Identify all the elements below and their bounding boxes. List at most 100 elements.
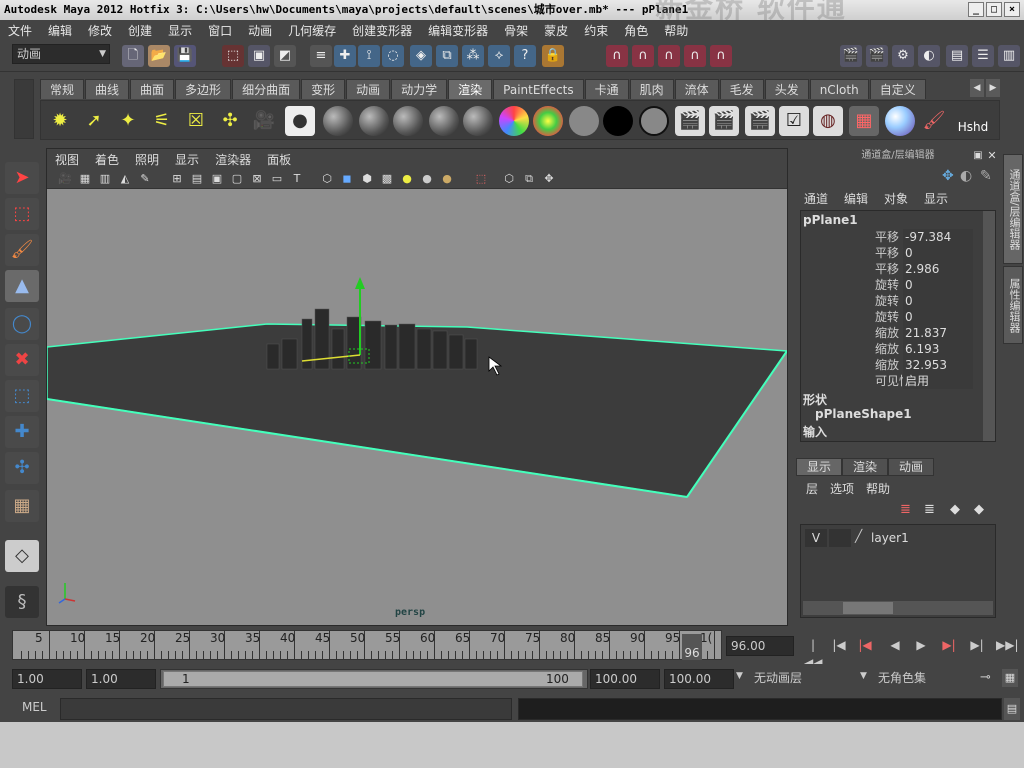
side-tab-channel-box[interactable]: 通道盒/层编辑器 [1003,154,1023,264]
ambient-light-icon[interactable]: ✹ [45,106,75,136]
lasso-tool-icon[interactable]: ⬚ [5,198,39,230]
current-frame-marker[interactable]: 96 [682,634,702,660]
channel-box-icon[interactable]: ▥ [998,45,1020,67]
phong-e-sphere-icon[interactable] [393,106,423,136]
vp-menu-shading[interactable]: 着色 [87,151,127,168]
attribute-editor-icon[interactable]: ☰ [972,45,994,67]
layer-tab-render[interactable]: 渲染 [842,458,889,476]
attr-translate-y[interactable]: 平移 Y0 [875,245,995,261]
layer-up-icon[interactable]: ◆ [950,502,968,520]
channel-box-icon[interactable]: ✥ [942,168,958,184]
menu-skin[interactable]: 蒙皮 [536,22,576,39]
ramp-shader-icon[interactable] [499,106,529,136]
tab-deformation[interactable]: 变形 [301,79,346,99]
film-gate-icon[interactable]: ▤ [189,171,205,187]
shelf-scroll-left-icon[interactable]: ◀ [970,79,984,97]
layer-tab-anim[interactable]: 动画 [888,458,935,476]
soft-mod-icon[interactable]: ✚ [5,416,39,448]
bookmark-icon[interactable]: ▥ [97,171,113,187]
layer-name[interactable]: layer1 [871,529,909,547]
menu-animate[interactable]: 动画 [240,22,280,39]
open-scene-icon[interactable]: 📂 [148,45,170,67]
new-layer-selected-icon[interactable]: ≣ [900,502,918,520]
camera-attributes-icon[interactable]: ▦ [77,171,93,187]
playback-end-field[interactable]: 100.00 [590,669,660,689]
menu-geometry-cache[interactable]: 几何缓存 [280,22,344,39]
shading-map-icon[interactable] [639,106,669,136]
snap-grid-icon[interactable]: ✚ [334,45,356,67]
play-forwards-icon[interactable]: ▶ [912,636,930,654]
xray-joints-icon[interactable]: ⧉ [521,171,537,187]
tab-muscle[interactable]: 肌肉 [629,79,674,99]
step-back-icon[interactable]: |◀ [830,636,848,654]
phong-sphere-icon[interactable] [359,106,389,136]
viewport-panel[interactable]: 视图 着色 照明 显示 渲染器 面板 🎥 ▦ ▥ ◭ ✎ ⊞ ▤ ▣ ▢ ⊠ ▭… [46,148,788,626]
snap-curve-icon[interactable]: ⟟ [358,45,380,67]
shadows-icon[interactable]: ● [439,171,455,187]
safe-action-icon[interactable]: ▭ [269,171,285,187]
light-linking-icon[interactable] [885,106,915,136]
menu-edit[interactable]: 编辑 [40,22,80,39]
viewport-scene[interactable]: persp [47,189,787,625]
universal-manipulator-icon[interactable]: ⬚ [5,380,39,412]
render-settings-shelf-icon[interactable]: ☑ [779,106,809,136]
wireframe-on-shaded-icon[interactable]: ⬢ [359,171,375,187]
directional-light-icon[interactable]: ➚ [79,106,109,136]
select-component-icon[interactable]: ◩ [274,45,296,67]
menu-character[interactable]: 角色 [616,22,656,39]
play-backwards-icon[interactable]: ◀ [886,636,904,654]
layer-type-toggle[interactable] [829,529,851,547]
safe-title-icon[interactable]: T [289,171,305,187]
cb-menu-channels[interactable]: 通道 [796,190,836,208]
select-hierarchy-icon[interactable]: ⬚ [222,45,244,67]
new-layer-icon[interactable]: ≣ [924,502,942,520]
cb-menu-edit[interactable]: 编辑 [836,190,876,208]
point-light-icon[interactable]: ✦ [113,106,143,136]
attribute-icon[interactable]: ◐ [960,168,976,184]
tab-dynamics[interactable]: 动力学 [391,79,448,99]
anim-prefs-icon[interactable]: ▦ [1002,669,1018,687]
field-chart-icon[interactable]: ⊠ [249,171,265,187]
magnet-curve-icon[interactable]: ∩ [632,45,654,67]
select-camera-icon[interactable]: 🎥 [57,171,73,187]
menu-set-dropdown[interactable]: 动画 ▼ [12,44,110,64]
step-back-key-icon[interactable]: |◀ [856,636,874,654]
object-name[interactable]: pPlane1 [803,213,858,227]
anim-layer-dropdown[interactable]: 无动画层 [750,669,854,689]
render-current-frame-icon[interactable]: 🎬 [675,106,705,136]
start-time-field[interactable]: 1.00 [12,669,82,689]
layer-row[interactable]: V ╱ layer1 [805,529,991,547]
xray-icon[interactable]: ⬡ [501,171,517,187]
2d-pan-zoom-icon[interactable]: ✎ [137,171,153,187]
tool-settings-icon[interactable]: ✎ [980,168,996,184]
cb-menu-show[interactable]: 显示 [916,190,956,208]
step-forward-key-icon[interactable]: ▶| [940,636,958,654]
save-scene-icon[interactable]: 💾 [174,45,196,67]
render-region-icon[interactable]: ⧉ [436,45,458,67]
cb-menu-object[interactable]: 对象 [876,190,916,208]
hypershade-shelf-icon[interactable]: ◍ [813,106,843,136]
tab-paint-effects[interactable]: PaintEffects [493,79,584,99]
ipr-render-icon[interactable]: 🎬 [866,45,888,67]
close-button[interactable]: × [1004,2,1020,17]
render-frame-icon[interactable]: 🎬 [840,45,862,67]
tab-hair[interactable]: 头发 [764,79,809,99]
shelf-scroll-right-icon[interactable]: ▶ [986,79,1000,97]
tab-ncloth[interactable]: nCloth [809,79,869,99]
lambert-sphere-icon[interactable] [323,106,353,136]
scale-tool-icon[interactable]: ✖ [5,344,39,376]
channelbox-scrollbar[interactable] [983,211,995,441]
menu-create[interactable]: 创建 [120,22,160,39]
tab-curves[interactable]: 曲线 [85,79,130,99]
vp-menu-view[interactable]: 视图 [47,151,87,168]
anisotropic-sphere-icon[interactable] [429,106,459,136]
checker-shader-icon[interactable] [533,106,563,136]
paint-select-tool-icon[interactable]: 🖌 [5,234,39,266]
gate-mask-icon[interactable]: ▢ [229,171,245,187]
layer-visibility-toggle[interactable]: V [805,529,827,547]
vp-menu-show[interactable]: 显示 [167,151,207,168]
tab-surfaces[interactable]: 曲面 [130,79,175,99]
attr-visibility[interactable]: 可见性 启用 [875,373,995,389]
blinn-icon[interactable]: ● [285,106,315,136]
menu-skeleton[interactable]: 骨架 [496,22,536,39]
